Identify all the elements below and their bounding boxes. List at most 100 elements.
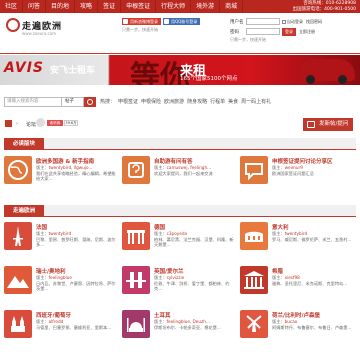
hot-term[interactable]: 行程单 <box>210 99 225 105</box>
eiffel-icon <box>4 222 32 250</box>
nav-destination[interactable]: 目的地 <box>46 0 76 13</box>
qq-icon <box>164 19 169 24</box>
forgot-password-link[interactable]: 找回密码 <box>306 19 322 25</box>
mosque-icon <box>122 310 150 338</box>
card-desc: 欧洲国家签证问题汇总 <box>272 171 314 176</box>
password-input[interactable] <box>246 28 280 35</box>
follower-count: 39.6万 <box>64 120 78 126</box>
forum-card[interactable]: 荷兰/比利时/卢森堡 版主：bucao 阿姆斯特丹、布鲁塞尔、布鲁日、卢森堡..… <box>240 310 355 358</box>
owner-name[interactable]: twentybird <box>285 231 308 236</box>
hot-term[interactable]: 随身攻略 <box>187 99 207 105</box>
owner-name[interactable]: twentybird <box>49 231 72 236</box>
owner-label: 版主： <box>272 165 285 170</box>
card-title[interactable]: 土耳其 <box>154 311 171 319</box>
weibo-follow-button[interactable]: 收听我 <box>47 120 63 126</box>
logo-url: www.zoeuro.com <box>22 31 57 36</box>
card-title[interactable]: 欧洲多国游 & 新手指南 <box>36 157 94 165</box>
quick-hint: 只需一步，快速开始 <box>230 37 266 42</box>
logo-mark-icon <box>6 18 20 32</box>
section-tab: 走遍欧洲 <box>4 205 44 217</box>
owner-name[interactable]: xiesf98 <box>285 275 300 280</box>
card-title[interactable]: 希腊 <box>272 267 283 275</box>
home-icon[interactable] <box>5 120 12 127</box>
card-desc: 欢迎大家提问，我们一起来交流 <box>154 171 213 176</box>
owner-name[interactable]: alfredd <box>49 319 64 324</box>
owner-label: 版主： <box>154 165 167 170</box>
forum-card[interactable]: 英国/爱尔兰 版主：sylvizzie 伦敦、牛津、剑桥、爱丁堡、都柏林、约克.… <box>122 266 237 314</box>
card-title[interactable]: 荷兰/比利时/卢森堡 <box>272 311 320 319</box>
nav-community[interactable]: 社区 <box>0 0 24 13</box>
nav-outbound[interactable]: 境外游 <box>191 0 221 13</box>
forum-card[interactable]: 意大利 版主：twentybird 罗马、威尼斯、佛罗伦萨、米兰、五渔村... <box>240 222 355 270</box>
card-title[interactable]: 西班牙/葡萄牙 <box>36 311 71 319</box>
forum-card[interactable]: 德国 版主：c3poyeda 柏林、慕尼黑、法兰克福、汉堡、科隆、新天鹅堡... <box>122 222 237 270</box>
username-input[interactable] <box>246 18 280 25</box>
card-desc: 马德里、巴塞罗那、塞维利亚、里斯本... <box>36 325 112 330</box>
nav-mall[interactable]: 商城 <box>220 0 244 13</box>
temple-icon <box>240 266 268 294</box>
section-tab: 必读版块 <box>4 138 44 150</box>
login-form: 用户名 自动登录 找回密码 密码 登录 立即注册 只需一步，快速开始 <box>230 17 358 43</box>
owner-label: 版主： <box>272 231 285 236</box>
nav-visa[interactable]: 签证 <box>98 0 122 13</box>
owner-name[interactable]: feelingblue <box>49 275 72 280</box>
login-button[interactable]: 登录 <box>282 27 296 36</box>
owner-label: 版主： <box>36 275 49 280</box>
owner-label: 版主： <box>154 275 167 280</box>
forum-card[interactable]: 自助游有问有答 版主：camuswej, feelingh... 欢迎大家提问，… <box>122 156 237 204</box>
forum-card[interactable]: 西班牙/葡萄牙 版主：alfredd 马德里、巴塞罗那、塞维利亚、里斯本... <box>4 310 119 358</box>
card-title[interactable]: 德国 <box>154 223 165 231</box>
cathedral-icon <box>4 310 32 338</box>
hotline: 咨询热线：010-6228908 出国旅游电话：400-901-0500 <box>293 1 360 12</box>
card-title[interactable]: 意大利 <box>272 223 289 231</box>
card-title[interactable]: 瑞士/奥地利 <box>36 267 66 275</box>
search-scope-select[interactable]: 帖子 <box>62 97 84 107</box>
qq-login-button[interactable]: 用QQ账号登录 <box>163 18 201 25</box>
section-walk-europe: 走遍欧洲 <box>4 205 356 217</box>
avis-banner[interactable]: AVIS 安飞士租车 等你 来租 165个国家5100个网点 <box>0 55 360 85</box>
forum-card[interactable]: 土耳其 版主：feelingblue, Deuzh... 伊斯坦布尔、卡帕多奇亚… <box>122 310 237 358</box>
card-desc: 我们在此共享攻略经验，精心编辑，希望能给大家... <box>36 171 116 182</box>
hot-term[interactable]: 周一码上有礼 <box>241 99 271 105</box>
weibo-login-button[interactable]: 用新浪微博登录 <box>122 18 161 25</box>
new-post-button[interactable]: 发新帖/提问 <box>303 118 353 131</box>
owner-name[interactable]: feelingblue, Deuzh... <box>167 319 210 324</box>
card-title[interactable]: 法国 <box>36 223 47 231</box>
nav-trip-planner[interactable]: 行程大师 <box>156 0 192 13</box>
hot-label: 热搜： <box>100 99 116 105</box>
card-title[interactable]: 自助游有问有答 <box>154 157 193 165</box>
owner-name[interactable]: twentybird, llgwujo... <box>49 165 93 170</box>
top-navigation: 社区 问答 目的地 攻略 签证 申根签证 行程大师 境外游 商城 咨询热线：01… <box>0 0 360 13</box>
search-bar: 请输入搜索内容 帖子 热搜： 申根签证 申根保险 欧洲旅游 随身攻略 行程单 美食 周一码上有… <box>0 94 360 110</box>
forum-card[interactable]: 申根签证提问讨论分享区 版主：weimur9 欧洲国家签证问题汇总 <box>240 156 355 204</box>
hot-term[interactable]: 美食 <box>228 99 238 105</box>
nav-qa[interactable]: 问答 <box>23 0 47 13</box>
card-title[interactable]: 申根签证提问讨论分享区 <box>272 157 333 165</box>
search-input[interactable]: 请输入搜索内容 <box>4 97 62 107</box>
card-title[interactable]: 英国/爱尔兰 <box>154 267 184 275</box>
avatar <box>36 118 45 127</box>
alps-icon <box>4 266 32 294</box>
nav-schengen[interactable]: 申根签证 <box>121 0 157 13</box>
remember-checkbox[interactable]: 自动登录 <box>282 19 303 25</box>
banner-brand: AVIS <box>4 60 45 76</box>
owner-name[interactable]: c3poyeda <box>167 231 187 236</box>
forum-card[interactable]: 法国 版主：twentybird 巴黎、里昂、普罗旺斯、戛纳、尼斯、波尔多... <box>4 222 119 270</box>
forum-card[interactable]: 希腊 版主：xiesf98 雅典、圣托里尼、米克诺斯、克里特岛... <box>240 266 355 314</box>
breadcrumb-current[interactable]: 论坛 <box>26 121 36 128</box>
card-desc: 巴黎、里昂、普罗旺斯、戛纳、尼斯、波尔多... <box>36 237 116 248</box>
owner-name[interactable]: camuswej, feelingh... <box>167 165 212 170</box>
site-logo[interactable]: 走遍欧洲 www.zoeuro.com <box>6 18 76 44</box>
hot-term[interactable]: 欧洲旅游 <box>164 99 184 105</box>
forum-card[interactable]: 欧洲多国游 & 新手指南 版主：twentybird, llgwujo... 我… <box>4 156 119 204</box>
hot-term[interactable]: 申根签证 <box>118 99 138 105</box>
owner-name[interactable]: weimur9 <box>285 165 303 170</box>
owner-name[interactable]: bucao <box>285 319 298 324</box>
search-button[interactable] <box>84 97 96 107</box>
nav-guide[interactable]: 攻略 <box>75 0 99 13</box>
hot-term[interactable]: 申根保险 <box>141 99 161 105</box>
register-link[interactable]: 立即注册 <box>299 29 315 35</box>
owner-name[interactable]: sylvizzie <box>167 275 185 280</box>
owner-label: 版主： <box>36 319 49 324</box>
forum-card[interactable]: 瑞士/奥地利 版主：feelingblue 日内瓦、苏黎世、卢塞恩、因特拉肯、萨… <box>4 266 119 314</box>
